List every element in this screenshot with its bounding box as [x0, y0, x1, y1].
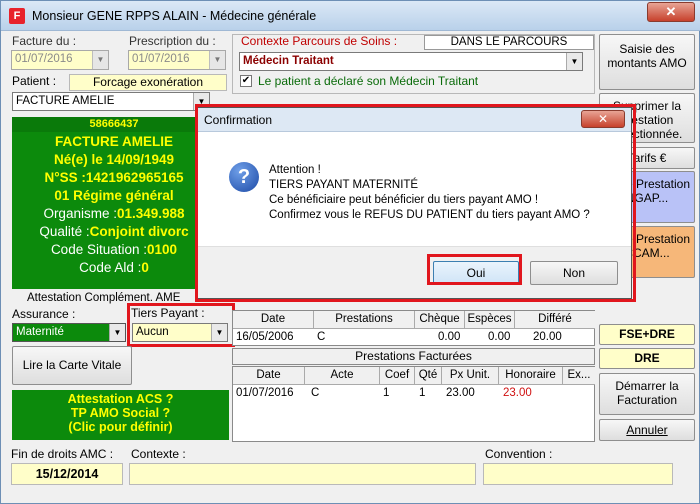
- col-header: Px Unit.: [442, 367, 499, 385]
- title-bar: F Monsieur GENE RPPS ALAIN - Médecine gé…: [1, 1, 700, 31]
- table-cell: 1: [419, 387, 426, 399]
- table-cell: 0.00: [438, 331, 461, 343]
- card-organisme: Organisme :01.349.988: [12, 206, 216, 221]
- medecin-select[interactable]: Médecin Traitant ▼: [239, 52, 583, 71]
- patient-card: 58666437 FACTURE AMELIE Né(e) le 14/09/1…: [12, 117, 216, 289]
- contexte-field[interactable]: [129, 463, 476, 485]
- lire-carte-vitale-button[interactable]: Lire la Carte Vitale: [12, 346, 132, 385]
- oui-highlight: [427, 254, 522, 285]
- card-ssn: N°SS :1421962965165: [44, 170, 184, 185]
- assurance-select[interactable]: Maternité ▼: [12, 323, 126, 342]
- patient-select[interactable]: FACTURE AMELIE ▼: [12, 92, 210, 111]
- table-cell: 1: [383, 387, 390, 399]
- acs-line2: TP AMO Social ?: [70, 406, 171, 420]
- dialog-highlight: [195, 104, 636, 302]
- medecin-traitant-checkbox-label: Le patient a déclaré son Médecin Traitan…: [258, 74, 479, 88]
- forcage-exoneration-button[interactable]: Forcage exonération: [69, 74, 227, 91]
- demarrer-facturation-button[interactable]: Démarrer la Facturation: [599, 373, 695, 415]
- table-cell: 16/05/2006: [236, 331, 294, 343]
- table-cell: 23.00: [446, 387, 475, 399]
- table-cell: 20.00: [533, 331, 562, 343]
- facture-du-label: Facture du :: [12, 34, 77, 48]
- qualite-label: Qualité :: [39, 224, 90, 239]
- table-cell: 01/07/2016: [236, 387, 294, 399]
- organisme-label: Organisme :: [43, 206, 117, 221]
- col-header: Espèces: [465, 311, 515, 329]
- situation-value: 0100: [147, 242, 178, 257]
- acs-line1: Attestation ACS ?: [67, 392, 174, 406]
- fin-droits-label: Fin de droits AMC :: [11, 447, 114, 461]
- organisme-value: 01.349.988: [116, 206, 185, 221]
- assurance-select-value: Maternité: [16, 326, 64, 338]
- chevron-down-icon[interactable]: ▼: [209, 51, 225, 69]
- acs-line3: (Clic pour définir): [68, 420, 173, 434]
- patient-select-value: FACTURE AMELIE: [16, 95, 115, 107]
- col-header: Date: [233, 311, 314, 329]
- contexte-parcours-label: Contexte Parcours de Soins :: [241, 34, 398, 48]
- annuler-button[interactable]: Annuler: [599, 419, 695, 441]
- col-header: Coef: [380, 367, 415, 385]
- card-regime: 01 Régime général: [54, 188, 174, 203]
- prescription-du-label: Prescription du :: [129, 34, 216, 48]
- acs-box[interactable]: Attestation ACS ? TP AMO Social ? (Clic …: [12, 390, 229, 440]
- chevron-down-icon[interactable]: ▼: [92, 51, 108, 69]
- patient-id: 58666437: [12, 117, 216, 132]
- qualite-value: Conjoint divorc: [89, 224, 189, 239]
- ald-label: Code Ald :: [79, 260, 142, 275]
- medecin-traitant-checkbox[interactable]: ✔: [240, 75, 252, 87]
- ald-value: 0: [141, 260, 149, 275]
- table-cell: 0.00: [488, 331, 511, 343]
- card-birthdate: Né(e) le 14/09/1949: [53, 152, 175, 167]
- facture-date-value: 01/07/2016: [15, 53, 73, 65]
- table-cell: C: [311, 387, 320, 399]
- col-header: Honoraire: [499, 367, 563, 385]
- table-cell: C: [317, 331, 326, 343]
- prescription-date-value: 01/07/2016: [132, 53, 190, 65]
- close-button[interactable]: ✕: [647, 2, 695, 22]
- reglements-table: Date Prestations Chèque Espèces Différé …: [232, 310, 595, 346]
- facture-date-field[interactable]: 01/07/2016 ▼: [11, 50, 109, 70]
- tiers-payant-highlight: [127, 303, 235, 347]
- col-header: Différé: [515, 311, 595, 329]
- medecin-select-value: Médecin Traitant: [243, 55, 334, 67]
- chevron-down-icon[interactable]: ▼: [566, 53, 582, 70]
- prestations-table: Date Acte Coef Qté Px Unit. Honoraire Ex…: [232, 366, 595, 442]
- table-cell-honoraire: 23.00: [503, 387, 532, 399]
- contexte-label: Contexte :: [131, 447, 186, 461]
- convention-label: Convention :: [485, 447, 553, 461]
- convention-field[interactable]: [483, 463, 673, 485]
- col-header: Qté: [415, 367, 442, 385]
- window-title: Monsieur GENE RPPS ALAIN - Médecine géné…: [32, 9, 317, 23]
- dre-button[interactable]: DRE: [599, 348, 695, 369]
- col-header: Prestations: [314, 311, 415, 329]
- col-header: Ex...: [563, 367, 595, 385]
- fin-droits-value: 15/12/2014: [11, 463, 123, 485]
- col-header: Acte: [305, 367, 380, 385]
- card-name: FACTURE AMELIE: [55, 134, 173, 149]
- app-icon: F: [9, 8, 25, 24]
- col-header: Date: [233, 367, 305, 385]
- situation-label: Code Situation :: [50, 242, 147, 257]
- assurance-label: Assurance :: [12, 307, 76, 321]
- patient-label: Patient :: [12, 74, 57, 88]
- card-ald: Code Ald :0: [12, 260, 216, 275]
- col-header: Chèque: [415, 311, 465, 329]
- parcours-value: DANS LE PARCOURS: [424, 35, 594, 50]
- saisie-montants-amo-button[interactable]: Saisie des montants AMO: [599, 34, 695, 90]
- prestations-title: Prestations Facturées: [232, 348, 595, 365]
- fse-dre-button[interactable]: FSE+DRE: [599, 324, 695, 345]
- card-situation: Code Situation :0100: [12, 242, 216, 257]
- card-qualite: Qualité :Conjoint divorc: [12, 224, 216, 239]
- chevron-down-icon[interactable]: ▼: [109, 324, 125, 341]
- prescription-date-field[interactable]: 01/07/2016 ▼: [128, 50, 226, 70]
